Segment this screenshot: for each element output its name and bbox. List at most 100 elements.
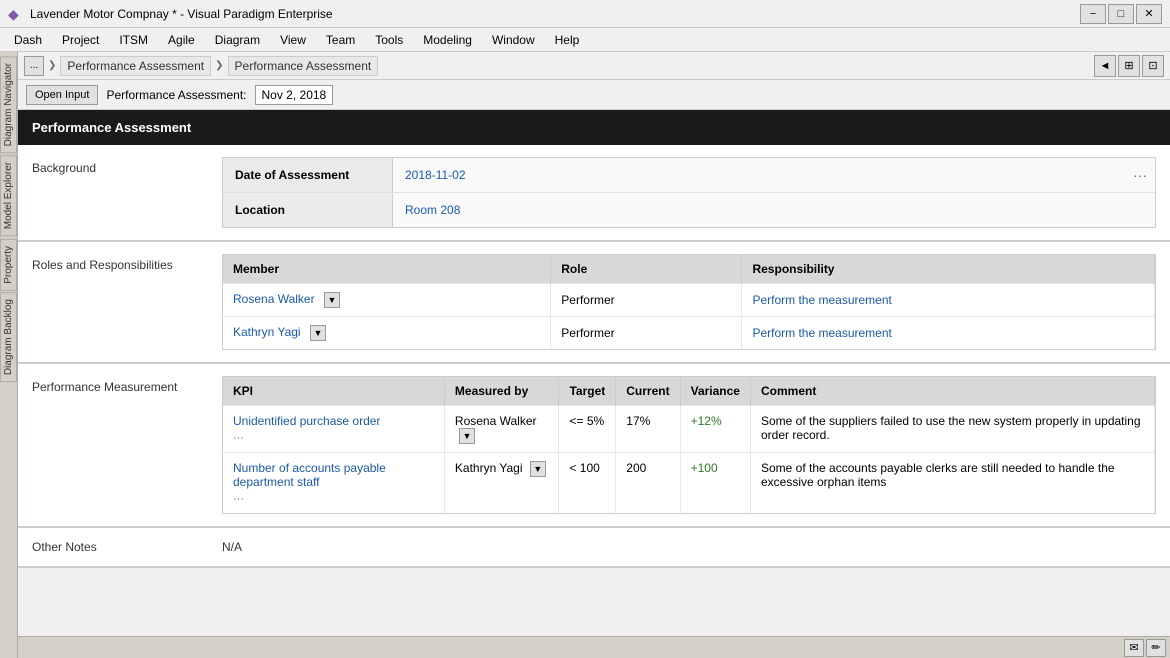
app-layout: Diagram Navigator Model Explorer Propert… bbox=[0, 52, 1170, 658]
roles-member-0: Rosena Walker ▼ bbox=[223, 284, 551, 317]
notes-value: N/A bbox=[222, 540, 242, 554]
performance-section: Performance Measurement KPI Measured by … bbox=[18, 364, 1170, 528]
email-button[interactable]: ✉ bbox=[1124, 639, 1144, 657]
perf-row-0: Unidentified purchase order ··· Rosena W… bbox=[223, 406, 1155, 453]
doc-title: Performance Assessment bbox=[32, 120, 191, 135]
doc-container[interactable]: Performance Assessment Background Date o… bbox=[18, 110, 1170, 636]
roles-col-role: Role bbox=[551, 255, 742, 284]
perf-current-0: 17% bbox=[616, 406, 680, 453]
breadcrumb-item-1[interactable]: Performance Assessment bbox=[60, 56, 211, 76]
perf-measured-dropdown-1[interactable]: ▼ bbox=[530, 461, 546, 477]
perf-variance-0: +12% bbox=[680, 406, 750, 453]
field-row-location: Location Room 208 bbox=[223, 193, 1155, 227]
breadcrumb-arrow-1: ❯ bbox=[48, 60, 56, 71]
assessment-label: Performance Assessment: bbox=[106, 88, 246, 102]
perf-col-target: Target bbox=[559, 377, 616, 406]
title-bar-controls: − □ ✕ bbox=[1080, 4, 1162, 24]
breadcrumb-expand-button[interactable]: ⊡ bbox=[1142, 55, 1164, 77]
menu-help[interactable]: Help bbox=[545, 31, 590, 49]
menu-team[interactable]: Team bbox=[316, 31, 365, 49]
perf-table: KPI Measured by Target Current Variance … bbox=[223, 377, 1155, 513]
roles-table-header: Member Role Responsibility bbox=[223, 255, 1155, 284]
menu-modeling[interactable]: Modeling bbox=[413, 31, 482, 49]
perf-comment-0: Some of the suppliers failed to use the … bbox=[750, 406, 1154, 453]
roles-col-responsibility: Responsibility bbox=[742, 255, 1155, 284]
background-content: Date of Assessment 2018-11-02 ··· Locati… bbox=[222, 157, 1156, 228]
title-bar-text: Lavender Motor Compnay * - Visual Paradi… bbox=[30, 7, 1080, 21]
toolbar-row: Open Input Performance Assessment: Nov 2… bbox=[18, 80, 1170, 110]
roles-member-dropdown-1[interactable]: ▼ bbox=[310, 325, 326, 341]
perf-variance-1: +100 bbox=[680, 453, 750, 514]
roles-responsibility-0: Perform the measurement bbox=[742, 284, 1155, 317]
roles-member-dropdown-0[interactable]: ▼ bbox=[324, 292, 340, 308]
perf-table-header: KPI Measured by Target Current Variance … bbox=[223, 377, 1155, 406]
roles-responsibility-1: Perform the measurement bbox=[742, 317, 1155, 350]
field-value-location: Room 208 bbox=[393, 193, 1155, 227]
perf-measuredby-0: Rosena Walker ▼ bbox=[444, 406, 559, 453]
menu-view[interactable]: View bbox=[270, 31, 316, 49]
assessment-date: Nov 2, 2018 bbox=[255, 85, 334, 105]
breadcrumb-grid-button[interactable]: ⊞ bbox=[1118, 55, 1140, 77]
perf-current-1: 200 bbox=[616, 453, 680, 514]
roles-table-wrap: Member Role Responsibility Rosena Walker bbox=[222, 254, 1156, 350]
breadcrumb-back-button[interactable]: ◄ bbox=[1094, 55, 1116, 77]
perf-table-wrap: KPI Measured by Target Current Variance … bbox=[222, 376, 1156, 514]
roles-row-0: Rosena Walker ▼ Performer Perform the me… bbox=[223, 284, 1155, 317]
roles-section: Roles and Responsibilities Member Role R… bbox=[18, 242, 1170, 364]
perf-kpi-1: Number of accounts payable department st… bbox=[223, 453, 444, 514]
perf-comment-1: Some of the accounts payable clerks are … bbox=[750, 453, 1154, 514]
sidebar-tab-model-explorer[interactable]: Model Explorer bbox=[0, 155, 17, 236]
perf-kpi-0: Unidentified purchase order ··· bbox=[223, 406, 444, 453]
menu-diagram[interactable]: Diagram bbox=[205, 31, 270, 49]
menu-dash[interactable]: Dash bbox=[4, 31, 52, 49]
perf-measuredby-1: Kathryn Yagi ▼ bbox=[444, 453, 559, 514]
breadcrumb-item-2-text: Performance Assessment bbox=[235, 59, 372, 73]
background-label: Background bbox=[32, 157, 222, 228]
roles-role-0: Performer bbox=[551, 284, 742, 317]
minimize-button[interactable]: − bbox=[1080, 4, 1106, 24]
perf-col-variance: Variance bbox=[680, 377, 750, 406]
app-icon: ◆ bbox=[8, 6, 24, 22]
open-input-button[interactable]: Open Input bbox=[26, 85, 98, 105]
left-sidebar: Diagram Navigator Model Explorer Propert… bbox=[0, 52, 18, 658]
sidebar-tab-property[interactable]: Property bbox=[0, 239, 17, 291]
doc-header: Performance Assessment bbox=[18, 110, 1170, 145]
perf-target-0: <= 5% bbox=[559, 406, 616, 453]
edit-button[interactable]: ✏ bbox=[1146, 639, 1166, 657]
roles-row-1: Kathryn Yagi ▼ Performer Perform the mea… bbox=[223, 317, 1155, 350]
perf-measured-dropdown-0[interactable]: ▼ bbox=[459, 428, 475, 444]
menu-project[interactable]: Project bbox=[52, 31, 109, 49]
close-button[interactable]: ✕ bbox=[1136, 4, 1162, 24]
menu-agile[interactable]: Agile bbox=[158, 31, 205, 49]
field-menu-date[interactable]: ··· bbox=[1125, 158, 1155, 192]
sidebar-tab-diagram-backlog[interactable]: Diagram Backlog bbox=[0, 292, 17, 382]
bottom-bar: ✉ ✏ bbox=[18, 636, 1170, 658]
breadcrumb-arrow-2: ❯ bbox=[215, 60, 223, 71]
breadcrumb-right-controls: ◄ ⊞ ⊡ bbox=[1094, 55, 1164, 77]
notes-section: Other Notes N/A bbox=[18, 528, 1170, 568]
breadcrumb-nav-button[interactable]: ... bbox=[24, 56, 44, 76]
field-label-location: Location bbox=[223, 193, 393, 227]
perf-target-1: < 100 bbox=[559, 453, 616, 514]
roles-col-member: Member bbox=[223, 255, 551, 284]
sidebar-tab-diagram-navigator[interactable]: Diagram Navigator bbox=[0, 56, 17, 153]
breadcrumb-item-2[interactable]: Performance Assessment bbox=[228, 56, 379, 76]
title-bar: ◆ Lavender Motor Compnay * - Visual Para… bbox=[0, 0, 1170, 28]
perf-col-measured-by: Measured by bbox=[444, 377, 559, 406]
perf-row-1: Number of accounts payable department st… bbox=[223, 453, 1155, 514]
menu-window[interactable]: Window bbox=[482, 31, 545, 49]
background-section: Background Date of Assessment 2018-11-02… bbox=[18, 145, 1170, 242]
roles-inner: Roles and Responsibilities Member Role R… bbox=[18, 242, 1170, 362]
field-value-date: 2018-11-02 bbox=[393, 158, 1125, 192]
roles-table: Member Role Responsibility Rosena Walker bbox=[223, 255, 1155, 349]
perf-inner: Performance Measurement KPI Measured by … bbox=[18, 364, 1170, 526]
perf-col-kpi: KPI bbox=[223, 377, 444, 406]
perf-label: Performance Measurement bbox=[32, 376, 222, 514]
menu-tools[interactable]: Tools bbox=[365, 31, 413, 49]
maximize-button[interactable]: □ bbox=[1108, 4, 1134, 24]
notes-label: Other Notes bbox=[32, 540, 222, 554]
menu-itsm[interactable]: ITSM bbox=[109, 31, 158, 49]
perf-col-comment: Comment bbox=[750, 377, 1154, 406]
breadcrumb-item-1-text: Performance Assessment bbox=[67, 59, 204, 73]
roles-member-1: Kathryn Yagi ▼ bbox=[223, 317, 551, 350]
